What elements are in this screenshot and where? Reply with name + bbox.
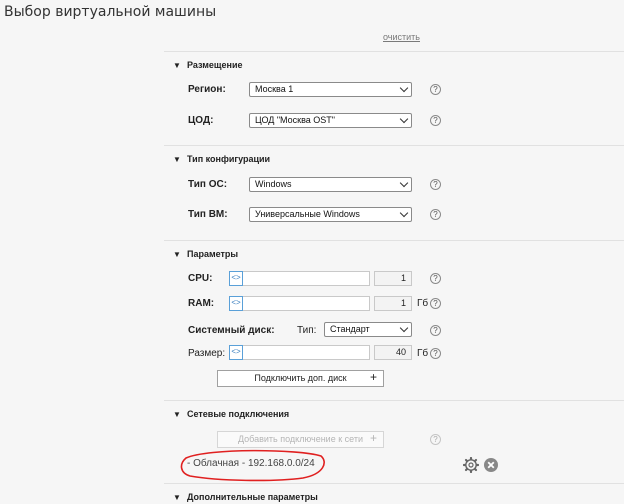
config-title: Тип конфигурации <box>187 154 271 164</box>
help-icon[interactable]: ? <box>430 209 441 220</box>
placement-header[interactable]: ▼ Размещение <box>173 60 243 70</box>
page-title: Выбор виртуальной машины <box>4 4 217 20</box>
placement-title: Размещение <box>187 60 243 70</box>
region-value: Москва 1 <box>255 84 294 94</box>
dc-label: ЦОД: <box>188 115 214 126</box>
region-label: Регион: <box>188 84 226 95</box>
os-label: Тип ОС: <box>188 179 228 190</box>
clear-link[interactable]: очистить <box>383 32 420 42</box>
network-title: Сетевые подключения <box>187 409 290 419</box>
collapse-triangle-icon[interactable]: ▼ <box>173 155 187 164</box>
disk-type-label: Тип: <box>297 325 317 336</box>
os-select[interactable]: Windows <box>249 177 412 192</box>
disk-type-value: Стандарт <box>330 324 370 334</box>
disk-type-select[interactable]: Стандарт <box>324 322 412 337</box>
help-icon[interactable]: ? <box>430 434 441 445</box>
disk-size-slider[interactable]: <> <box>229 345 370 360</box>
network-item: - Облачная - 192.168.0.0/24 <box>187 458 315 469</box>
slider-handle-icon[interactable]: <> <box>229 271 243 286</box>
slider-handle-icon[interactable]: <> <box>229 345 243 360</box>
help-icon[interactable]: ? <box>430 115 441 126</box>
region-select[interactable]: Москва 1 <box>249 82 412 97</box>
plus-icon: + <box>369 370 377 384</box>
vm-label: Тип ВМ: <box>188 209 228 220</box>
cpu-value[interactable]: 1 <box>374 271 412 286</box>
disk-size-unit: Гб <box>417 348 429 359</box>
cpu-label: CPU: <box>188 273 213 284</box>
help-icon[interactable]: ? <box>430 179 441 190</box>
help-icon[interactable]: ? <box>430 273 441 284</box>
network-header[interactable]: ▼ Сетевые подключения <box>173 409 289 419</box>
ram-value[interactable]: 1 <box>374 296 412 311</box>
ram-label: RAM: <box>188 298 215 309</box>
placement-section: ▼ Размещение Регион: Москва 1 ? ЦОД: ЦОД … <box>164 51 624 146</box>
chevron-down-icon <box>399 178 409 188</box>
help-icon[interactable]: ? <box>430 298 441 309</box>
disk-size-label: Размер: <box>188 348 226 359</box>
slider-handle-icon[interactable]: <> <box>229 296 243 311</box>
collapse-triangle-icon[interactable]: ▼ <box>173 250 187 259</box>
params-section: ▼ Параметры CPU: <> 1 ? RAM: <> 1 Гб ? Си… <box>164 240 624 401</box>
ram-slider[interactable]: <> <box>229 296 370 311</box>
cpu-slider[interactable]: <> <box>229 271 370 286</box>
collapse-triangle-icon[interactable]: ▼ <box>173 61 187 70</box>
close-icon[interactable] <box>484 458 498 472</box>
chevron-down-icon <box>399 114 409 124</box>
add-disk-label: Подключить доп. диск <box>254 373 347 383</box>
plus-icon: + <box>369 431 377 445</box>
help-icon[interactable]: ? <box>430 325 441 336</box>
collapse-triangle-icon[interactable]: ▼ <box>173 410 187 419</box>
params-header[interactable]: ▼ Параметры <box>173 249 238 259</box>
chevron-down-icon <box>399 208 409 218</box>
vm-value: Универсальные Windows <box>255 209 360 219</box>
help-icon[interactable]: ? <box>430 84 441 95</box>
vm-select[interactable]: Универсальные Windows <box>249 207 412 222</box>
config-header[interactable]: ▼ Тип конфигурации <box>173 154 270 164</box>
chevron-down-icon <box>399 83 409 93</box>
help-icon[interactable]: ? <box>430 348 441 359</box>
dc-value: ЦОД "Москва OST" <box>255 115 335 125</box>
chevron-down-icon <box>399 323 409 333</box>
dc-select[interactable]: ЦОД "Москва OST" <box>249 113 412 128</box>
add-disk-button[interactable]: Подключить доп. диск + <box>217 370 384 387</box>
gear-icon[interactable] <box>463 457 479 473</box>
ram-unit: Гб <box>417 298 429 309</box>
disk-label: Системный диск: <box>188 325 275 336</box>
disk-size-value[interactable]: 40 <box>374 345 412 360</box>
config-section: ▼ Тип конфигурации Тип ОС: Windows ? Тип … <box>164 145 624 241</box>
os-value: Windows <box>255 179 292 189</box>
params-title: Параметры <box>187 249 239 259</box>
add-network-label: Добавить подключение к сети <box>237 434 364 444</box>
add-network-button[interactable]: Добавить подключение к сети + <box>217 431 384 448</box>
